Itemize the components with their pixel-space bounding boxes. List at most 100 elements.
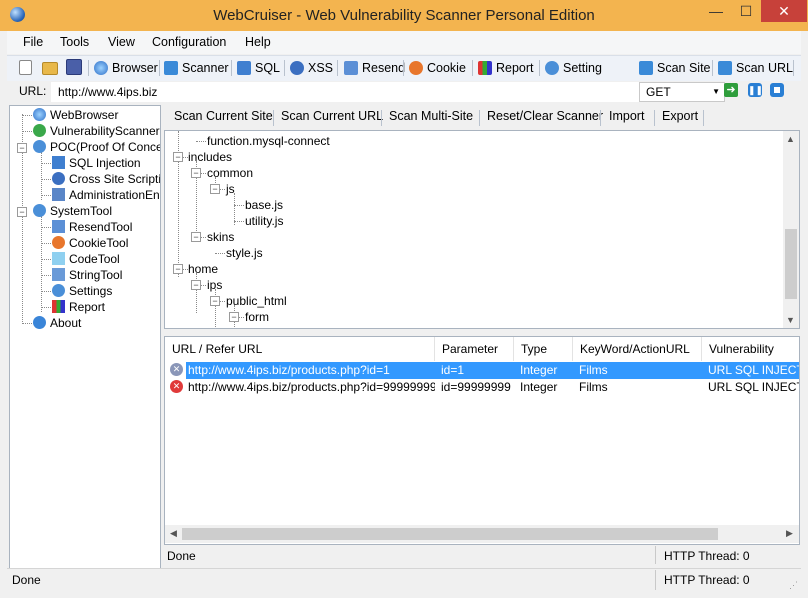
collapse-form-toggle[interactable]: − [229,312,239,322]
method-select[interactable]: GET ▼ [639,82,725,102]
scroll-up-icon[interactable]: ▲ [786,134,795,144]
scanner-toolbar: Scan Current Site Scan Current URL Scan … [164,106,800,128]
tree-label: CookieTool [69,236,129,250]
scroll-left-icon[interactable]: ◀ [170,528,177,539]
collapse-public-html-toggle[interactable]: − [210,296,220,306]
scroll-right-icon[interactable]: ▶ [786,528,793,539]
setting-button[interactable]: Setting [545,59,602,77]
close-button[interactable]: ✕ [761,0,807,22]
open-folder-button[interactable] [42,59,62,77]
site-node[interactable]: utility.js [245,213,283,229]
tree-item-cookietool[interactable]: CookieTool [52,235,128,251]
tree-item-systemtool[interactable]: SystemTool [33,203,112,219]
results-horizontal-scrollbar[interactable]: ◀ ▶ [165,525,799,543]
tree-item-settings[interactable]: Settings [52,283,112,299]
cookie-label: Cookie [427,61,466,75]
pause-icon[interactable]: ❚❚ [748,83,763,97]
collapse-home-toggle[interactable]: − [173,264,183,274]
site-node[interactable]: function.mysql-connect [207,133,330,149]
menu-tools[interactable]: Tools [60,35,89,49]
scanner-button[interactable]: Scanner [164,59,229,77]
sql-button[interactable]: SQL [237,59,280,77]
new-file-button[interactable] [19,59,36,77]
minimize-button[interactable]: — [701,0,731,22]
save-button[interactable] [66,59,86,77]
scroll-down-icon[interactable]: ▼ [786,315,795,325]
table-row[interactable]: ✕ http://www.4ips.biz/products.php?id=1 … [165,362,799,379]
site-node[interactable]: base.js [245,197,283,213]
collapse-poc-toggle[interactable]: − [17,143,27,153]
xss-button[interactable]: XSS [290,59,333,77]
site-node[interactable]: form [245,309,269,325]
export-button[interactable]: Export [662,109,698,123]
tree-item-vulnerabilityscanner[interactable]: VulnerabilityScanner [33,123,160,139]
collapse-includes-toggle[interactable]: − [173,152,183,162]
column-header-parameter[interactable]: Parameter [435,337,514,361]
main-http-thread: HTTP Thread: 0 [664,573,750,587]
tree-item-admin-entrance[interactable]: AdministrationEntrance [52,187,160,203]
tree-item-webbrowser[interactable]: WebBrowser [33,107,118,123]
site-node[interactable]: includes [188,149,232,165]
table-row[interactable]: ✕ http://www.4ips.biz/products.php?id=99… [165,379,799,396]
column-header-vulnerability[interactable]: Vulnerability [702,337,799,361]
menu-view[interactable]: View [108,35,135,49]
browser-button[interactable]: Browser [94,59,158,77]
tree-label: AdministrationEntrance [69,188,160,202]
collapse-common-toggle[interactable]: − [191,168,201,178]
column-header-keyword[interactable]: KeyWord/ActionURL [573,337,702,361]
url-input[interactable]: http://www.4ips.biz [51,82,650,102]
report-icon [52,300,65,313]
tree-item-poc[interactable]: POC(Proof Of Concept) [33,139,160,155]
tree-item-resendtool[interactable]: ResendTool [52,219,132,235]
maximize-button[interactable]: ☐ [731,0,761,22]
reset-clear-scanner-button[interactable]: Reset/Clear Scanner [487,109,603,123]
scan-current-site-button[interactable]: Scan Current Site [174,109,273,123]
site-node[interactable]: common [207,165,253,181]
resize-grip-icon[interactable]: ⋰ [789,580,798,591]
import-button[interactable]: Import [609,109,644,123]
menu-configuration[interactable]: Configuration [152,35,226,49]
globe-icon [33,108,46,121]
site-node[interactable]: style.js [226,245,263,261]
column-header-type[interactable]: Type [514,337,573,361]
tree-item-xss[interactable]: Cross Site Scripting [52,171,160,187]
tree-item-codetool[interactable]: CodeTool [52,251,120,267]
cell-type: Integer [520,363,558,377]
collapse-js-toggle[interactable]: − [210,184,220,194]
tree-item-sql-injection[interactable]: SQL Injection [52,155,141,171]
collapse-ips-toggle[interactable]: − [191,280,201,290]
scroll-thumb[interactable] [182,528,718,540]
url-label: URL: [19,84,47,98]
site-tree: − − − − − − − − function.mysql-connect i… [164,130,800,329]
stop-icon[interactable] [770,83,784,97]
tree-label: SystemTool [50,204,113,218]
xss-icon [290,61,304,75]
tree-item-about[interactable]: About [33,315,81,331]
tree-item-report[interactable]: Report [52,299,105,315]
scan-multi-site-button[interactable]: Scan Multi-Site [389,109,473,123]
report-button[interactable]: Report [478,59,534,77]
gear-icon [33,140,46,153]
collapse-skins-toggle[interactable]: − [191,232,201,242]
site-node[interactable]: public_html [226,293,287,309]
site-tree-scrollbar[interactable]: ▲ ▼ [783,131,799,328]
tree-item-stringtool[interactable]: StringTool [52,267,122,283]
site-node[interactable]: ips [207,277,222,293]
resend-button[interactable]: Resend [344,59,405,77]
navigation-tree: − − WebBrowser VulnerabilityScanner POC(… [9,105,161,569]
vulnerability-x-icon: ✕ [170,363,183,376]
menu-file[interactable]: File [23,35,43,49]
scan-url-button[interactable]: Scan URL [718,59,793,77]
scroll-thumb[interactable] [785,229,797,299]
menu-help[interactable]: Help [245,35,271,49]
site-node[interactable]: home [188,261,218,277]
scan-site-button[interactable]: Scan Site [639,59,711,77]
collapse-systemtool-toggle[interactable]: − [17,207,27,217]
go-arrow-icon[interactable]: ➜ [724,83,738,97]
cookie-button[interactable]: Cookie [409,59,466,77]
site-node[interactable]: skins [207,229,234,245]
column-header-url[interactable]: URL / Refer URL [165,337,435,361]
scan-current-url-button[interactable]: Scan Current URL [281,109,383,123]
site-node[interactable]: js [226,181,235,197]
tree-label: CodeTool [69,252,120,266]
